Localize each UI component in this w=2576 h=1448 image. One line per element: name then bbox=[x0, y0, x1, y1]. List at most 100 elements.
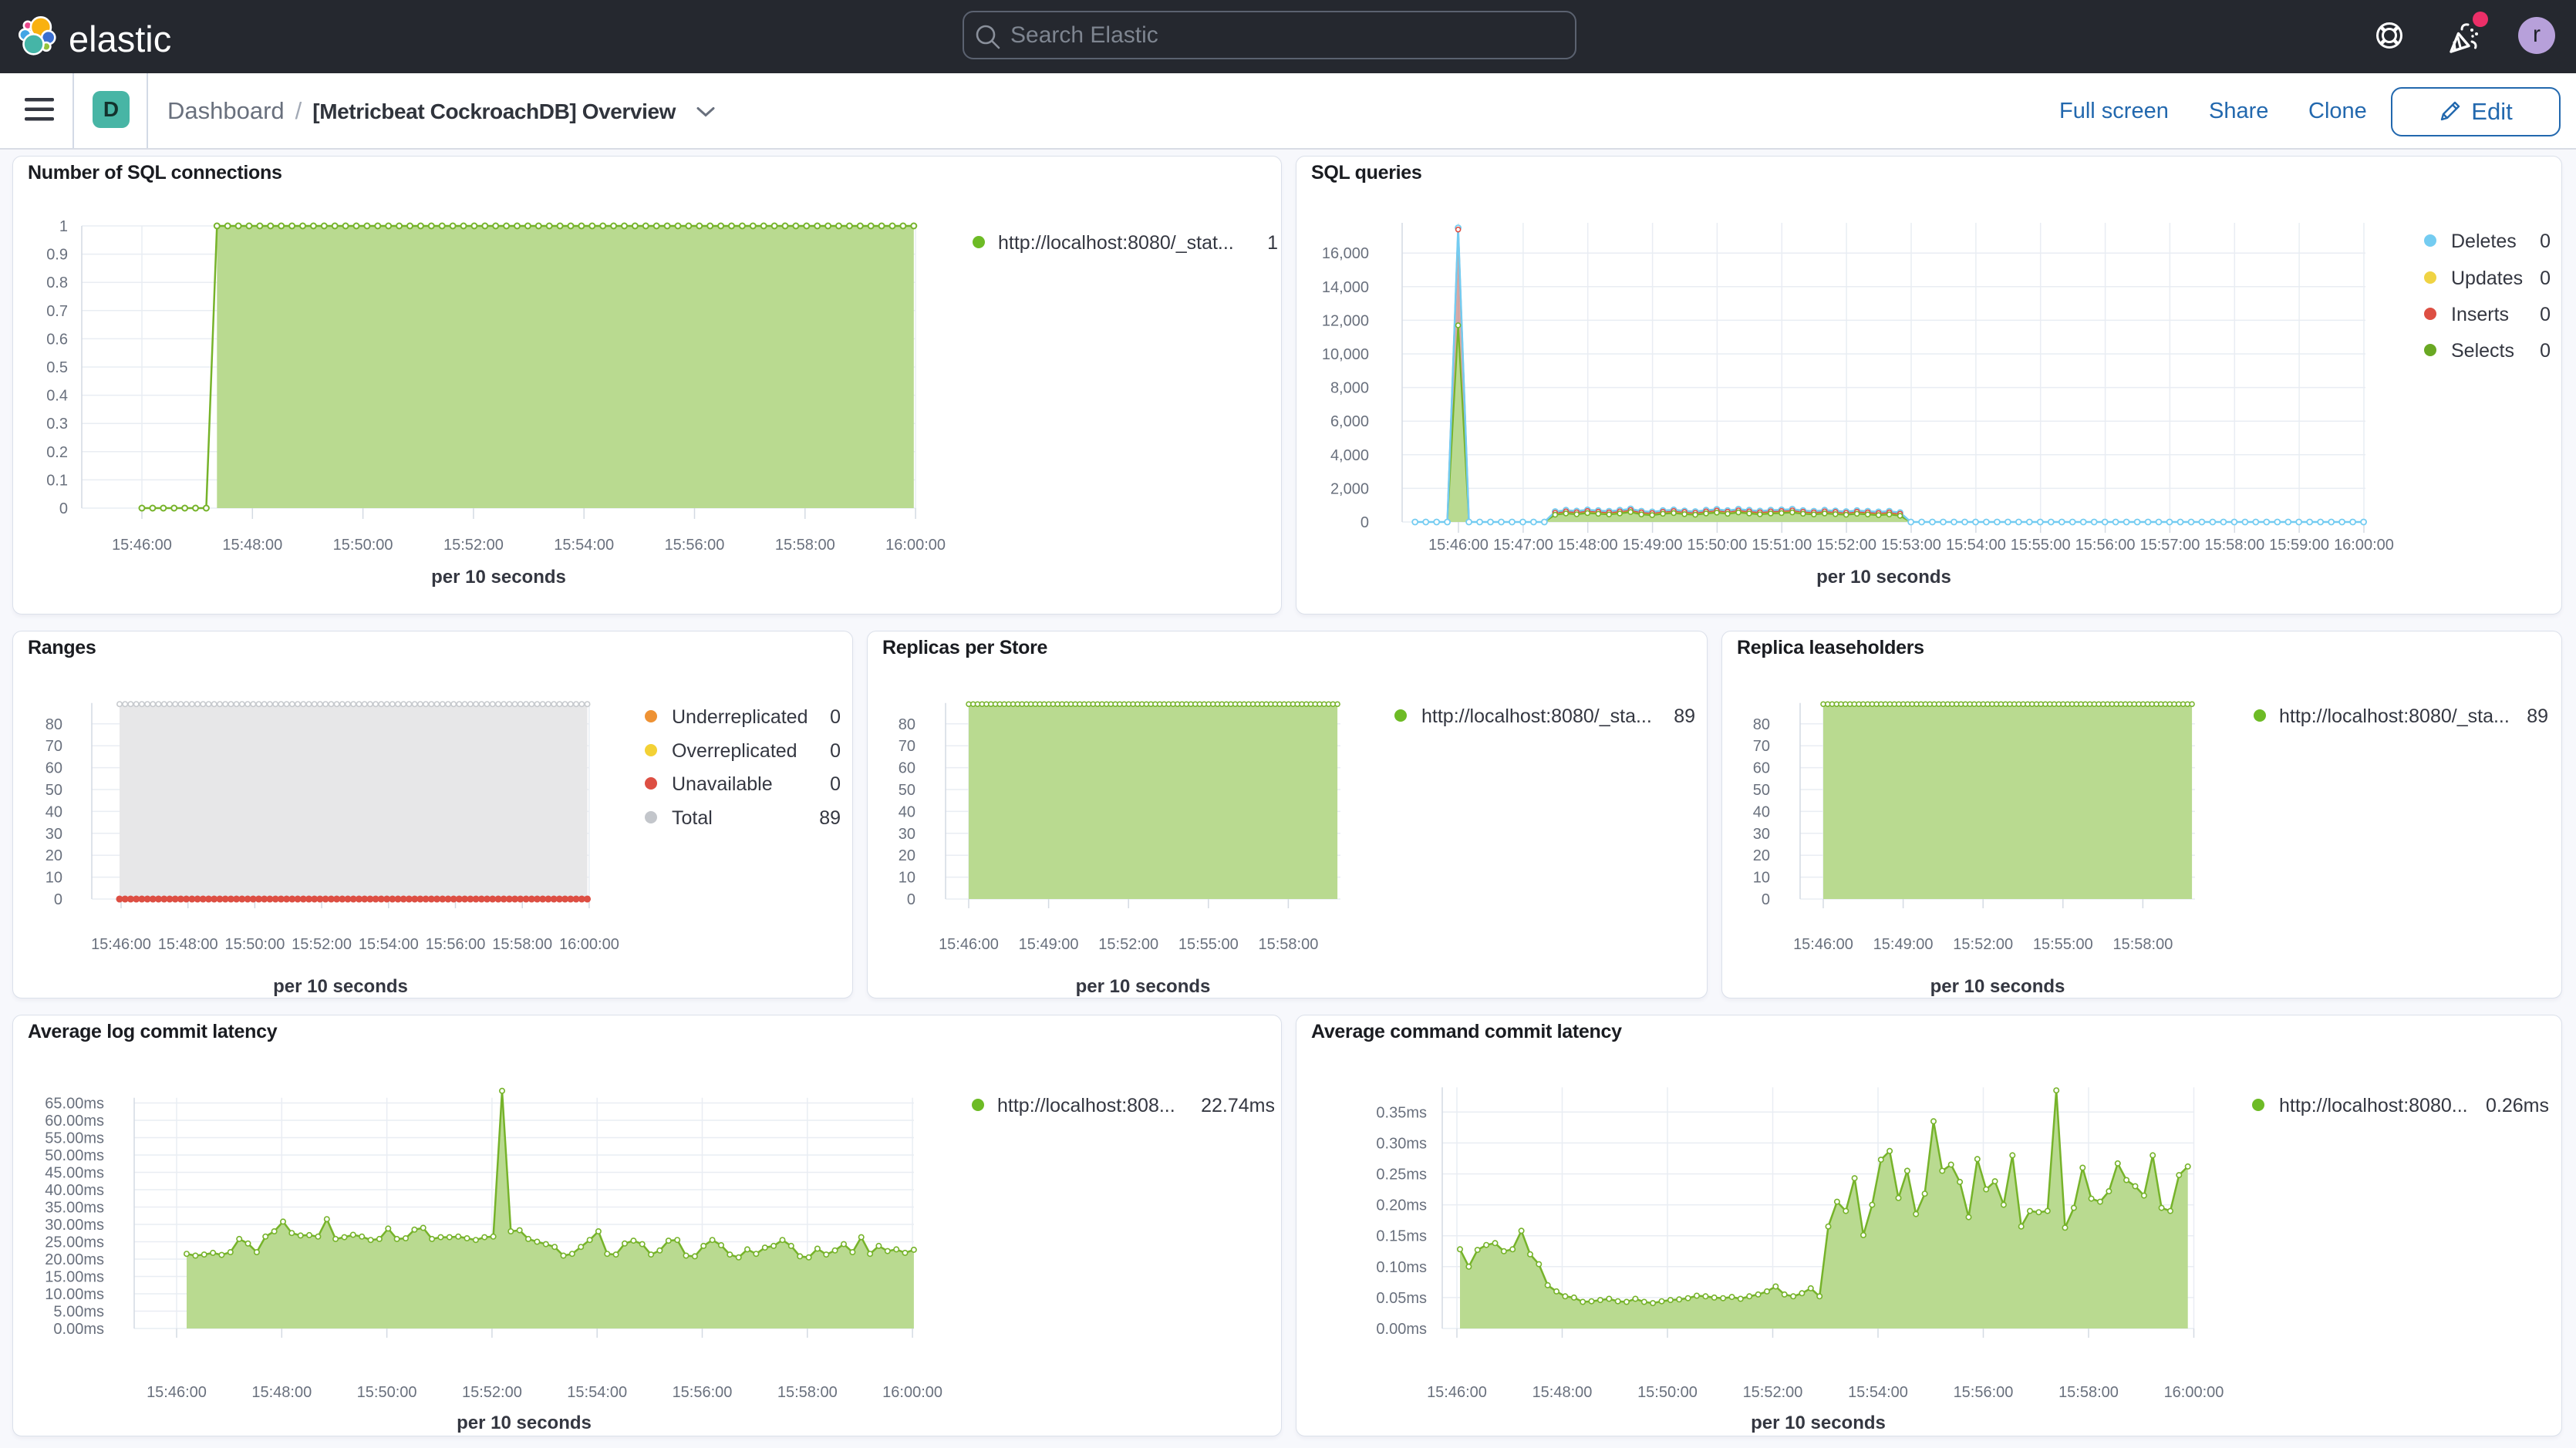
svg-text:http://localhost:8080...: http://localhost:8080... bbox=[2279, 1095, 2468, 1116]
svg-text:50: 50 bbox=[46, 782, 62, 799]
svg-text:45.00ms: 45.00ms bbox=[45, 1165, 104, 1182]
svg-text:16:00:00: 16:00:00 bbox=[885, 537, 946, 554]
svg-text:per 10 seconds: per 10 seconds bbox=[457, 1413, 592, 1433]
svg-text:15:48:00: 15:48:00 bbox=[222, 537, 282, 554]
svg-text:15:58:00: 15:58:00 bbox=[777, 1384, 838, 1401]
svg-text:0.4: 0.4 bbox=[46, 388, 68, 405]
svg-text:15:46:00: 15:46:00 bbox=[1428, 537, 1489, 554]
svg-text:per 10 seconds: per 10 seconds bbox=[431, 567, 566, 588]
svg-text:10: 10 bbox=[899, 870, 915, 887]
svg-text:30.00ms: 30.00ms bbox=[45, 1217, 104, 1234]
svg-text:0.15ms: 0.15ms bbox=[1376, 1228, 1427, 1245]
svg-text:15:58:00: 15:58:00 bbox=[2058, 1384, 2119, 1401]
svg-text:0: 0 bbox=[54, 891, 62, 908]
svg-text:15:50:00: 15:50:00 bbox=[1687, 537, 1747, 554]
svg-text:16:00:00: 16:00:00 bbox=[559, 936, 619, 953]
svg-text:per 10 seconds: per 10 seconds bbox=[273, 976, 408, 997]
svg-text:15:58:00: 15:58:00 bbox=[492, 936, 552, 953]
svg-text:80: 80 bbox=[899, 716, 915, 733]
svg-text:0: 0 bbox=[830, 773, 841, 795]
svg-text:15:48:00: 15:48:00 bbox=[158, 936, 218, 953]
svg-text:1: 1 bbox=[1267, 232, 1278, 254]
svg-text:25.00ms: 25.00ms bbox=[45, 1234, 104, 1251]
svg-text:15:46:00: 15:46:00 bbox=[91, 936, 151, 953]
svg-text:70: 70 bbox=[46, 738, 62, 755]
svg-text:0.9: 0.9 bbox=[46, 247, 68, 264]
svg-text:0.25ms: 0.25ms bbox=[1376, 1167, 1427, 1184]
svg-text:0.20ms: 0.20ms bbox=[1376, 1197, 1427, 1214]
svg-text:35.00ms: 35.00ms bbox=[45, 1200, 104, 1217]
svg-text:15:52:00: 15:52:00 bbox=[1098, 936, 1158, 953]
svg-text:15:54:00: 15:54:00 bbox=[1848, 1384, 1908, 1401]
svg-text:1: 1 bbox=[59, 218, 68, 235]
svg-text:0: 0 bbox=[1762, 891, 1770, 908]
svg-text:15:54:00: 15:54:00 bbox=[1946, 537, 2006, 554]
svg-text:15:48:00: 15:48:00 bbox=[1558, 537, 1618, 554]
svg-text:20: 20 bbox=[46, 847, 62, 864]
svg-text:0.1: 0.1 bbox=[46, 472, 68, 489]
svg-text:15:47:00: 15:47:00 bbox=[1493, 537, 1553, 554]
svg-text:0.35ms: 0.35ms bbox=[1376, 1104, 1427, 1121]
svg-text:Inserts: Inserts bbox=[2451, 304, 2509, 325]
svg-text:8,000: 8,000 bbox=[1330, 380, 1369, 397]
svg-text:15:50:00: 15:50:00 bbox=[224, 936, 285, 953]
svg-text:per 10 seconds: per 10 seconds bbox=[1816, 567, 1951, 588]
svg-text:0.5: 0.5 bbox=[46, 359, 68, 376]
svg-text:per 10 seconds: per 10 seconds bbox=[1076, 976, 1211, 997]
svg-text:0.8: 0.8 bbox=[46, 274, 68, 291]
svg-text:16:00:00: 16:00:00 bbox=[2334, 537, 2394, 554]
svg-text:Overreplicated: Overreplicated bbox=[672, 740, 797, 762]
svg-text:55.00ms: 55.00ms bbox=[45, 1130, 104, 1147]
svg-text:0: 0 bbox=[1360, 514, 1369, 531]
svg-text:5.00ms: 5.00ms bbox=[53, 1304, 104, 1321]
svg-text:0: 0 bbox=[907, 891, 915, 908]
svg-text:15:49:00: 15:49:00 bbox=[1019, 936, 1079, 953]
svg-text:12,000: 12,000 bbox=[1322, 312, 1369, 329]
svg-text:70: 70 bbox=[1753, 738, 1770, 755]
svg-text:Underreplicated: Underreplicated bbox=[672, 706, 808, 728]
svg-text:50.00ms: 50.00ms bbox=[45, 1147, 104, 1164]
svg-text:0.00ms: 0.00ms bbox=[1376, 1321, 1427, 1338]
svg-text:30: 30 bbox=[899, 826, 915, 843]
svg-text:15:58:00: 15:58:00 bbox=[1258, 936, 1318, 953]
svg-text:15:56:00: 15:56:00 bbox=[426, 936, 486, 953]
svg-text:60: 60 bbox=[1753, 760, 1770, 777]
svg-text:15:52:00: 15:52:00 bbox=[292, 936, 352, 953]
svg-text:30: 30 bbox=[1753, 826, 1770, 843]
svg-text:15:52:00: 15:52:00 bbox=[1816, 537, 1876, 554]
svg-text:15:58:00: 15:58:00 bbox=[2112, 936, 2173, 953]
svg-text:80: 80 bbox=[1753, 716, 1770, 733]
svg-text:http://localhost:8080/_stat...: http://localhost:8080/_stat... bbox=[998, 232, 1234, 254]
svg-text:15:48:00: 15:48:00 bbox=[251, 1384, 312, 1401]
svg-text:10,000: 10,000 bbox=[1322, 346, 1369, 363]
svg-text:http://localhost:8080/_sta...: http://localhost:8080/_sta... bbox=[2279, 705, 2510, 727]
svg-text:15:56:00: 15:56:00 bbox=[673, 1384, 733, 1401]
svg-text:6,000: 6,000 bbox=[1330, 413, 1369, 430]
svg-text:0: 0 bbox=[59, 500, 68, 517]
svg-text:15:58:00: 15:58:00 bbox=[2204, 537, 2264, 554]
svg-text:60.00ms: 60.00ms bbox=[45, 1113, 104, 1130]
svg-text:15:53:00: 15:53:00 bbox=[1881, 537, 1941, 554]
svg-text:15:50:00: 15:50:00 bbox=[357, 1384, 417, 1401]
svg-text:0.30ms: 0.30ms bbox=[1376, 1135, 1427, 1152]
svg-text:15:50:00: 15:50:00 bbox=[1637, 1384, 1698, 1401]
svg-text:0.10ms: 0.10ms bbox=[1376, 1259, 1427, 1276]
svg-text:15:55:00: 15:55:00 bbox=[1178, 936, 1239, 953]
svg-text:15:46:00: 15:46:00 bbox=[939, 936, 999, 953]
svg-text:30: 30 bbox=[46, 826, 62, 843]
svg-text:Unavailable: Unavailable bbox=[672, 773, 773, 795]
svg-text:16:00:00: 16:00:00 bbox=[2164, 1384, 2224, 1401]
svg-text:0.7: 0.7 bbox=[46, 303, 68, 320]
svg-text:Selects: Selects bbox=[2451, 340, 2514, 362]
svg-text:15:59:00: 15:59:00 bbox=[2269, 537, 2329, 554]
svg-text:80: 80 bbox=[46, 716, 62, 733]
svg-text:15:55:00: 15:55:00 bbox=[2011, 537, 2071, 554]
svg-text:15:52:00: 15:52:00 bbox=[443, 537, 504, 554]
svg-text:15:48:00: 15:48:00 bbox=[1532, 1384, 1593, 1401]
svg-text:16:00:00: 16:00:00 bbox=[882, 1384, 942, 1401]
svg-text:15:49:00: 15:49:00 bbox=[1873, 936, 1934, 953]
svg-text:15:46:00: 15:46:00 bbox=[1793, 936, 1853, 953]
svg-text:0: 0 bbox=[2540, 340, 2551, 362]
svg-text:10.00ms: 10.00ms bbox=[45, 1286, 104, 1303]
svg-text:0.05ms: 0.05ms bbox=[1376, 1290, 1427, 1307]
